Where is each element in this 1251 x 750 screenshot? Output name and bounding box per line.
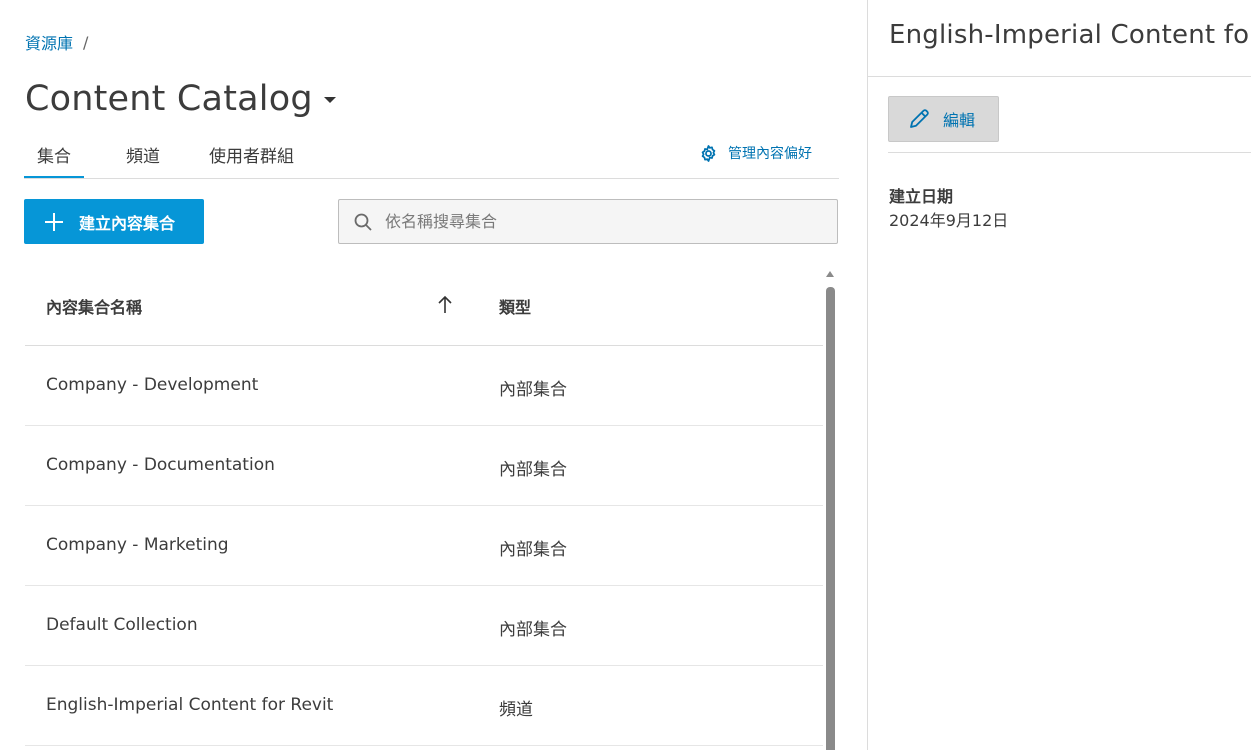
- search-box: [338, 199, 838, 244]
- scroll-up-arrow-icon[interactable]: [826, 271, 834, 277]
- details-panel: English-Imperial Content for Revit 編輯 建立…: [867, 0, 1251, 750]
- search-input[interactable]: [385, 212, 805, 231]
- catalog-selector[interactable]: Content Catalog: [25, 76, 336, 122]
- app-page: 資源庫 / Content Catalog 集合 頻道 使用者群組 管理內容偏好: [0, 0, 1251, 750]
- gear-icon: [701, 144, 716, 162]
- breadcrumb-root-link[interactable]: 資源庫: [25, 30, 73, 54]
- row-name: Company - Development: [46, 375, 259, 395]
- caret-down-icon: [323, 97, 336, 103]
- column-header-type[interactable]: 類型: [499, 294, 531, 318]
- page-title: Content Catalog: [25, 79, 313, 119]
- search-icon: [354, 213, 372, 231]
- divider: [888, 152, 1251, 153]
- detail-title: English-Imperial Content for Revit: [889, 20, 1251, 50]
- table-row[interactable]: Company - Development 內部集合: [25, 346, 823, 426]
- create-collection-label: 建立內容集合: [79, 215, 176, 233]
- row-type: 內部集合: [499, 380, 567, 400]
- tab-collections[interactable]: 集合: [24, 144, 84, 178]
- row-type: 內部集合: [499, 540, 567, 560]
- divider: [868, 76, 1251, 77]
- column-header-name[interactable]: 內容集合名稱: [46, 294, 142, 318]
- collections-panel: 資源庫 / Content Catalog 集合 頻道 使用者群組 管理內容偏好: [0, 0, 867, 750]
- table-header: 內容集合名稱 類型: [25, 264, 823, 346]
- tab-channels[interactable]: 頻道: [126, 144, 160, 178]
- table-row[interactable]: English-Imperial Content for Revit 頻道: [25, 666, 823, 746]
- row-type: 內部集合: [499, 460, 567, 480]
- table-row[interactable]: Company - Documentation 內部集合: [25, 426, 823, 506]
- row-name: Default Collection: [46, 615, 198, 635]
- created-date-value: 2024年9月12日: [889, 211, 1009, 230]
- row-type: 頻道: [499, 700, 533, 720]
- row-type: 內部集合: [499, 620, 567, 640]
- table-scrollbar[interactable]: [826, 287, 835, 750]
- created-date-label: 建立日期: [889, 187, 954, 206]
- pencil-icon: [910, 109, 929, 128]
- arrow-up-icon[interactable]: [437, 294, 453, 318]
- create-collection-button[interactable]: 建立內容集合: [24, 199, 204, 244]
- edit-label: 編輯: [943, 111, 976, 130]
- tab-bar: 集合 頻道 使用者群組 管理內容偏好: [24, 138, 839, 179]
- table-row[interactable]: Company - Marketing 內部集合: [25, 506, 823, 586]
- row-name: English-Imperial Content for Revit: [46, 695, 334, 715]
- row-name: Company - Marketing: [46, 535, 229, 555]
- breadcrumb-separator: /: [83, 32, 89, 52]
- manage-preferences-label: 管理內容偏好: [728, 146, 812, 162]
- edit-button[interactable]: 編輯: [888, 96, 999, 142]
- plus-icon: [45, 212, 63, 231]
- collections-table: 內容集合名稱 類型 Company - Development 內部集合 Com…: [25, 264, 823, 746]
- breadcrumb: 資源庫 /: [25, 30, 89, 54]
- row-name: Company - Documentation: [46, 455, 275, 475]
- manage-preferences-link[interactable]: 管理內容偏好: [699, 142, 812, 164]
- tab-user-groups[interactable]: 使用者群組: [209, 144, 294, 178]
- table-row[interactable]: Default Collection 內部集合: [25, 586, 823, 666]
